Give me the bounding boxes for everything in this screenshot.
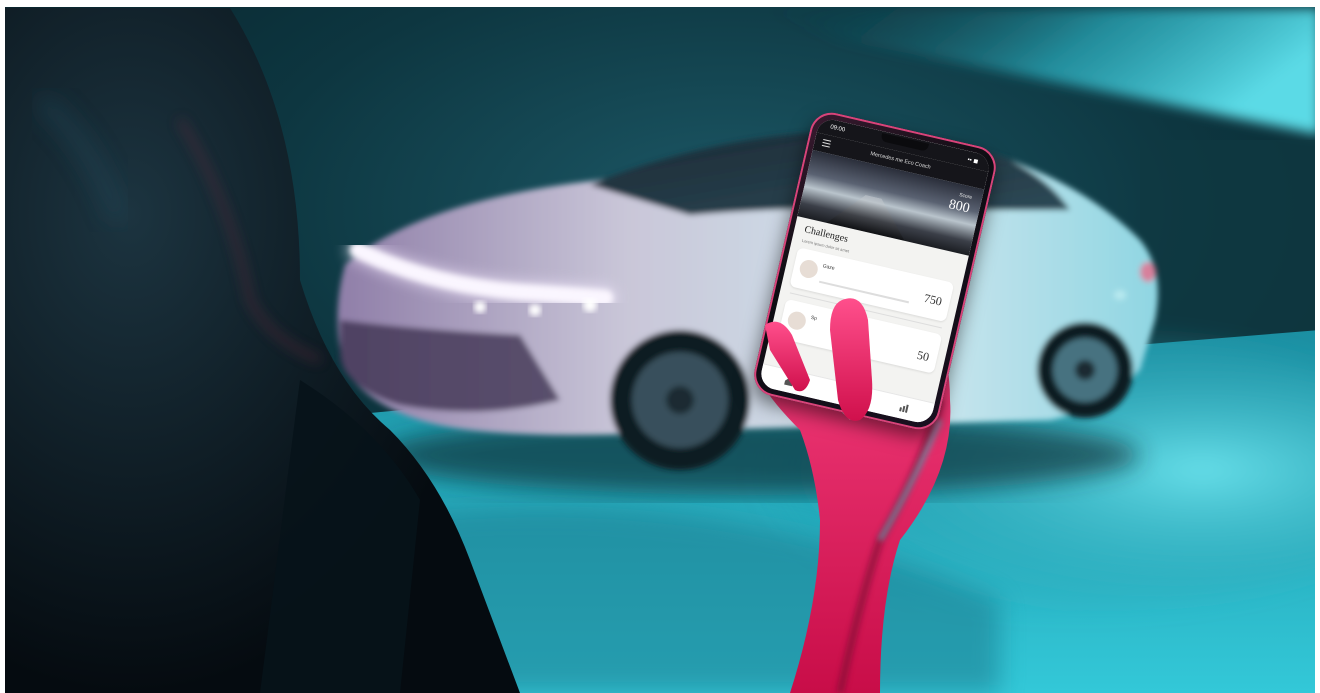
top-border bbox=[0, 0, 1320, 7]
challenge-value: 750 bbox=[922, 290, 944, 309]
status-icons: ▪▪ ◼ bbox=[966, 156, 979, 165]
right-border bbox=[1315, 0, 1320, 693]
left-border bbox=[0, 0, 5, 693]
challenge-icon bbox=[797, 258, 820, 280]
home-icon[interactable] bbox=[783, 376, 795, 388]
score-value: 800 bbox=[947, 197, 972, 217]
challenge-name: Gaze bbox=[822, 263, 836, 272]
challenge-value: 50 bbox=[915, 347, 931, 365]
challenge-icon bbox=[786, 309, 808, 332]
status-time: 09:00 bbox=[829, 124, 846, 134]
challenge-progress bbox=[818, 280, 910, 304]
scene-background bbox=[0, 0, 1320, 693]
photo-frame: 09:00 ▪▪ ◼ Mercedes me Eco Coach Score 8… bbox=[0, 0, 1320, 693]
drop-icon[interactable] bbox=[840, 389, 852, 401]
menu-icon[interactable] bbox=[821, 139, 832, 148]
challenge-name: Sp bbox=[810, 314, 818, 323]
chart-icon[interactable] bbox=[898, 402, 910, 414]
